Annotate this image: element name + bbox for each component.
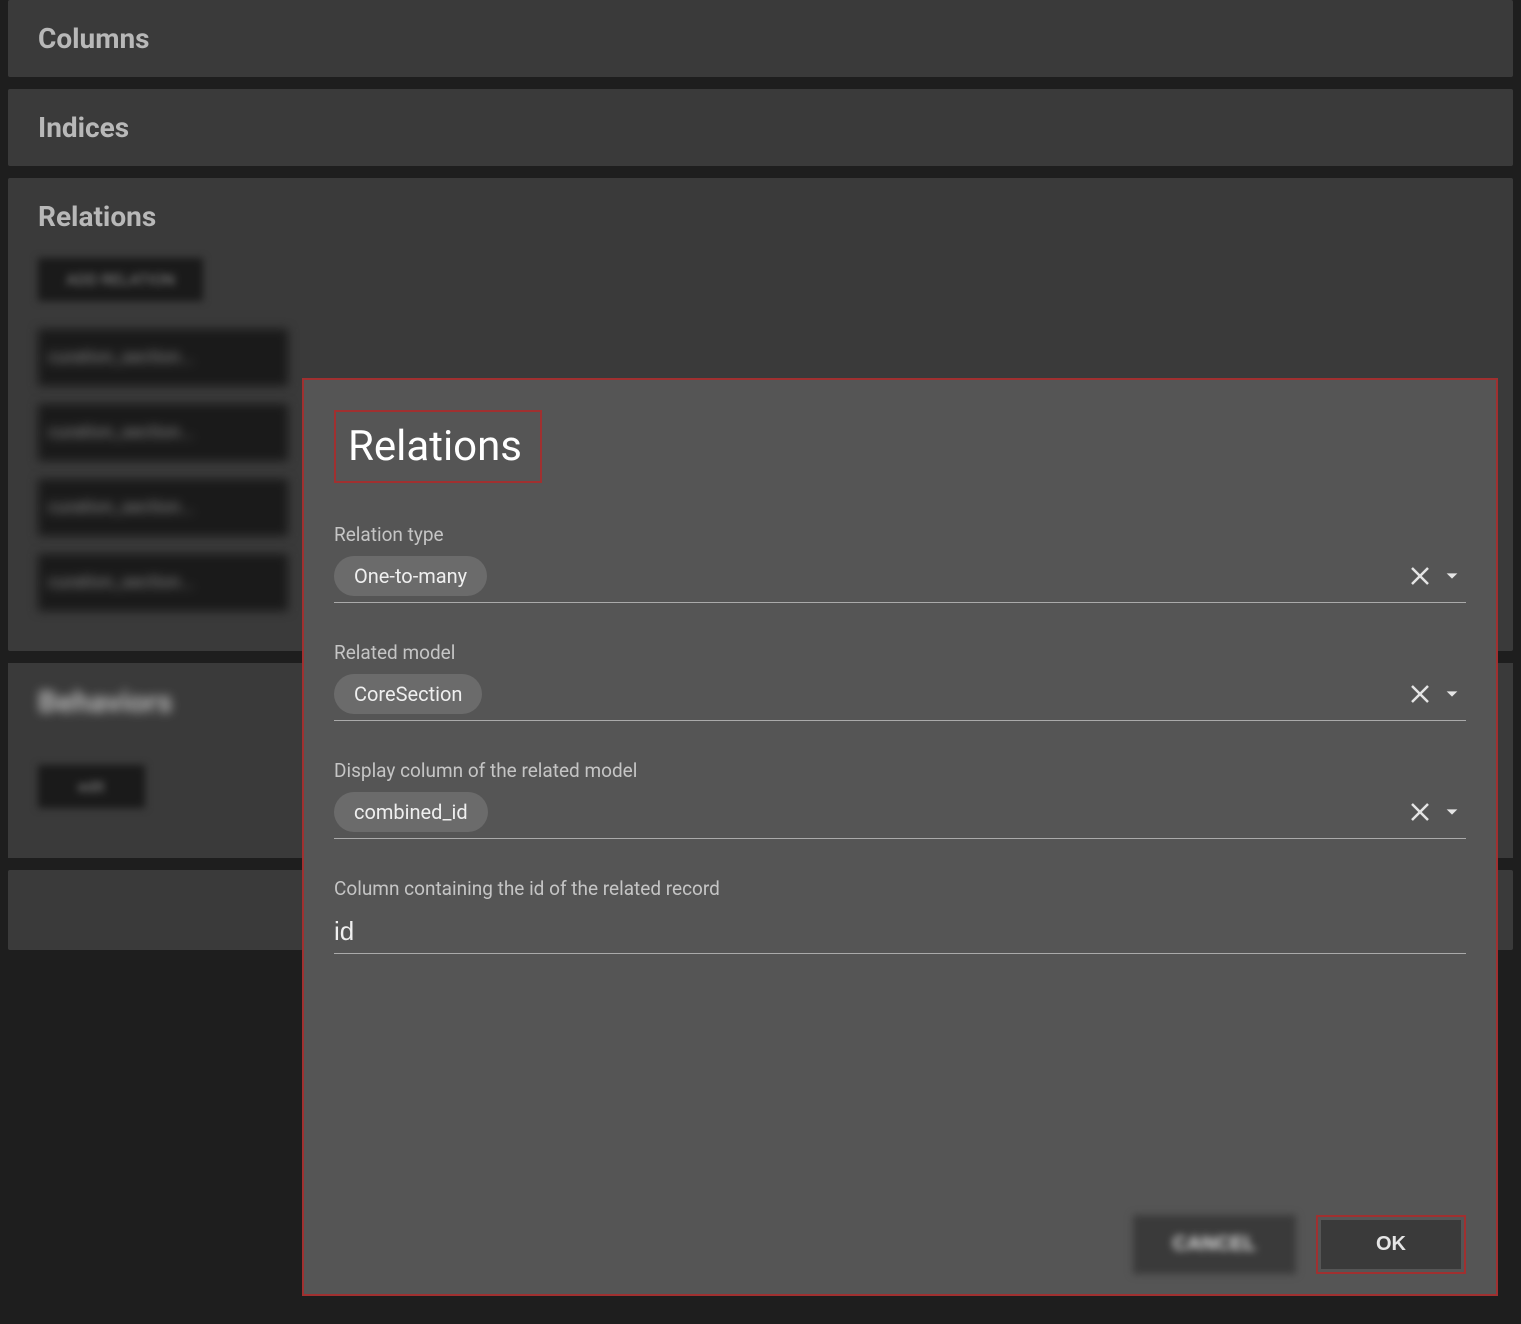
chevron-down-icon (1444, 686, 1460, 702)
id-column-input[interactable] (334, 910, 1466, 954)
id-column-field: Column containing the id of the related … (334, 877, 1466, 954)
display-column-label: Display column of the related model (334, 759, 1466, 782)
dialog-title: Relations (348, 422, 522, 471)
id-column-label: Column containing the id of the related … (334, 877, 1466, 900)
close-icon (1408, 564, 1432, 588)
related-model-dropdown-button[interactable] (1438, 680, 1466, 708)
related-model-chip: CoreSection (334, 674, 482, 714)
ok-button-highlight: OK (1316, 1215, 1466, 1274)
related-model-field: Related model CoreSection (334, 641, 1466, 721)
related-model-label: Related model (334, 641, 1466, 664)
related-model-select[interactable]: CoreSection (334, 674, 1466, 721)
display-column-dropdown-button[interactable] (1438, 798, 1466, 826)
chevron-down-icon (1444, 568, 1460, 584)
relation-item[interactable]: curation_section... (38, 329, 288, 386)
cancel-button[interactable]: CANCEL (1133, 1215, 1296, 1274)
behavior-edit-button[interactable]: edit (38, 765, 145, 808)
relations-title: Relations (38, 200, 1483, 233)
display-column-field: Display column of the related model comb… (334, 759, 1466, 839)
ok-button[interactable]: OK (1321, 1220, 1461, 1269)
columns-title: Columns (38, 22, 1483, 55)
relation-type-select[interactable]: One-to-many (334, 556, 1466, 603)
add-relation-button[interactable]: ADD RELATION (38, 258, 203, 301)
relation-item[interactable]: curation_section... (38, 479, 288, 536)
clear-related-model-button[interactable] (1402, 676, 1438, 712)
clear-display-column-button[interactable] (1402, 794, 1438, 830)
close-icon (1408, 800, 1432, 824)
display-column-select[interactable]: combined_id (334, 792, 1466, 839)
relation-item[interactable]: curation_section... (38, 554, 288, 611)
display-column-chip: combined_id (334, 792, 488, 832)
close-icon (1408, 682, 1432, 706)
columns-panel[interactable]: Columns (8, 0, 1513, 77)
chevron-down-icon (1444, 804, 1460, 820)
relations-dialog: Relations Relation type One-to-many Rela… (302, 378, 1498, 1296)
dialog-actions: CANCEL OK (334, 1185, 1466, 1274)
dialog-title-highlight: Relations (334, 410, 542, 483)
clear-relation-type-button[interactable] (1402, 558, 1438, 594)
indices-title: Indices (38, 111, 1483, 144)
relation-type-chip: One-to-many (334, 556, 487, 596)
relation-type-dropdown-button[interactable] (1438, 562, 1466, 590)
indices-panel[interactable]: Indices (8, 89, 1513, 166)
relation-item[interactable]: curation_section... (38, 404, 288, 461)
relation-type-label: Relation type (334, 523, 1466, 546)
relation-type-field: Relation type One-to-many (334, 523, 1466, 603)
